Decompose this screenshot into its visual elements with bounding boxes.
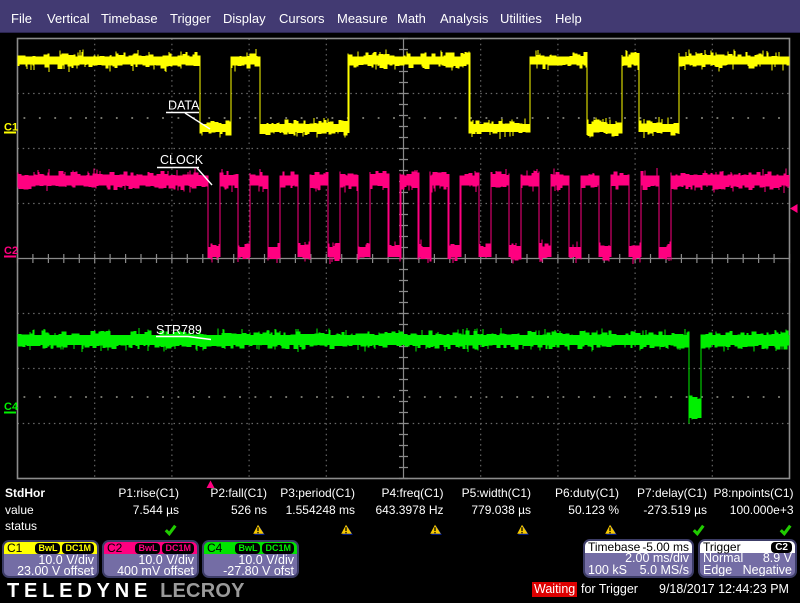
svg-text:STR789: STR789 bbox=[156, 323, 202, 337]
svg-text:C4: C4 bbox=[4, 401, 19, 413]
svg-text:C2: C2 bbox=[4, 245, 18, 257]
svg-text:CLOCK: CLOCK bbox=[160, 153, 204, 167]
svg-text:DATA: DATA bbox=[168, 99, 200, 113]
